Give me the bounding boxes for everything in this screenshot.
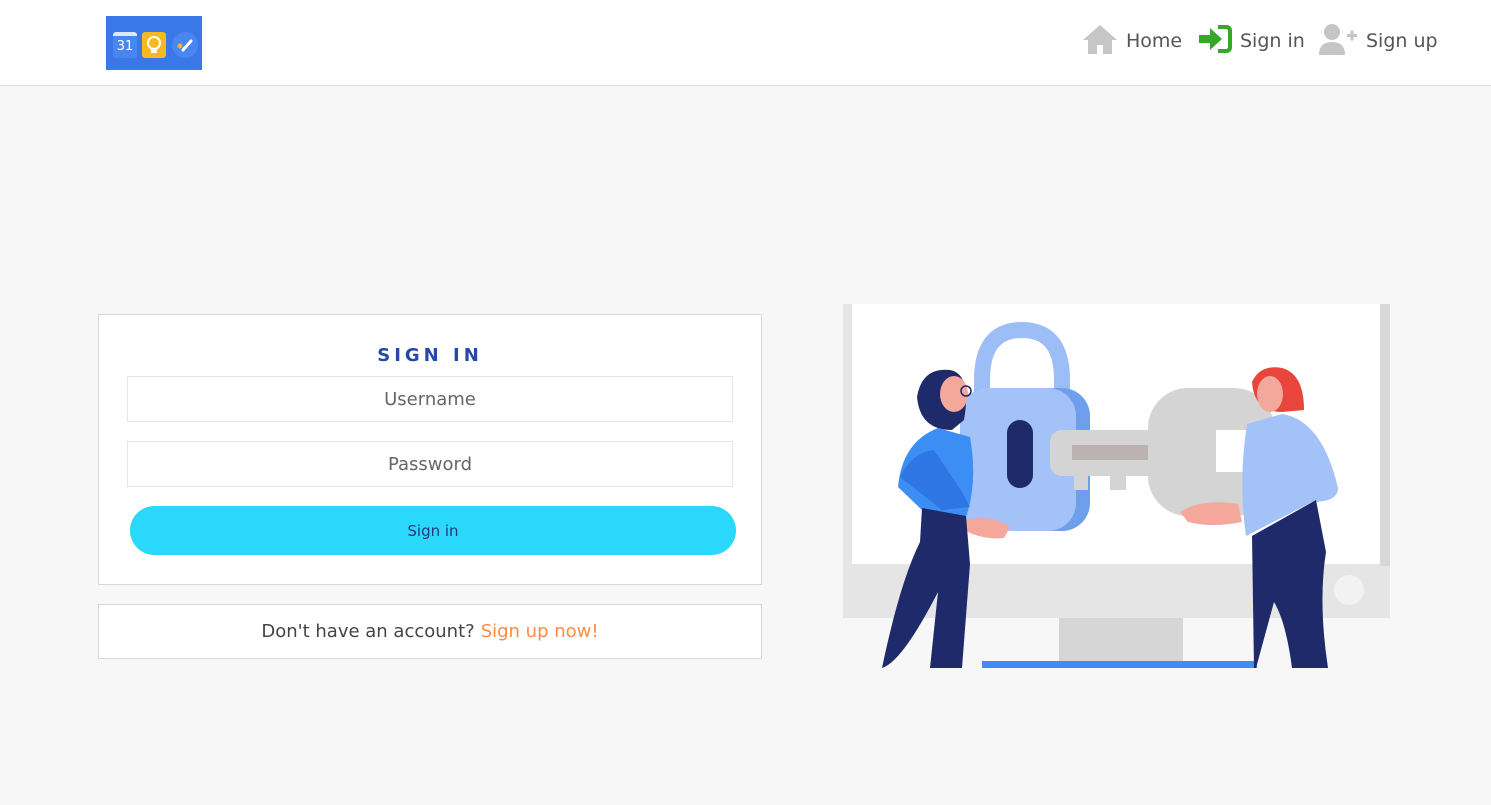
home-icon	[1082, 23, 1118, 60]
nav-sign-in[interactable]: Sign in	[1198, 24, 1305, 58]
sign-in-icon	[1198, 24, 1232, 59]
nav-home-label: Home	[1126, 30, 1183, 52]
nav-home[interactable]: Home	[1082, 24, 1182, 58]
sign-up-prompt-card: Don't have an account? Sign up now!	[98, 604, 762, 659]
top-navbar: 31 Home Sign in Sign up	[0, 0, 1491, 86]
sign-in-button[interactable]: Sign in	[130, 506, 736, 555]
sign-in-title: SIGN IN	[377, 345, 483, 366]
calendar-icon: 31	[113, 32, 137, 58]
nav-sign-in-label: Sign in	[1240, 30, 1305, 52]
check-icon	[172, 32, 198, 58]
app-logo[interactable]: 31	[106, 16, 202, 70]
sign-up-prompt-text: Don't have an account?	[261, 621, 475, 642]
password-input[interactable]	[127, 441, 733, 487]
lock-and-key-illustration	[842, 302, 1392, 670]
lightbulb-icon	[142, 32, 166, 58]
nav-sign-up-label: Sign up	[1366, 30, 1438, 52]
sign-up-link[interactable]: Sign up now!	[481, 621, 599, 642]
username-input[interactable]	[127, 376, 733, 422]
sign-in-form: SIGN IN Sign in	[98, 314, 762, 585]
user-plus-icon	[1318, 22, 1358, 61]
calendar-day: 31	[116, 39, 134, 54]
nav-sign-up[interactable]: Sign up	[1318, 22, 1438, 61]
